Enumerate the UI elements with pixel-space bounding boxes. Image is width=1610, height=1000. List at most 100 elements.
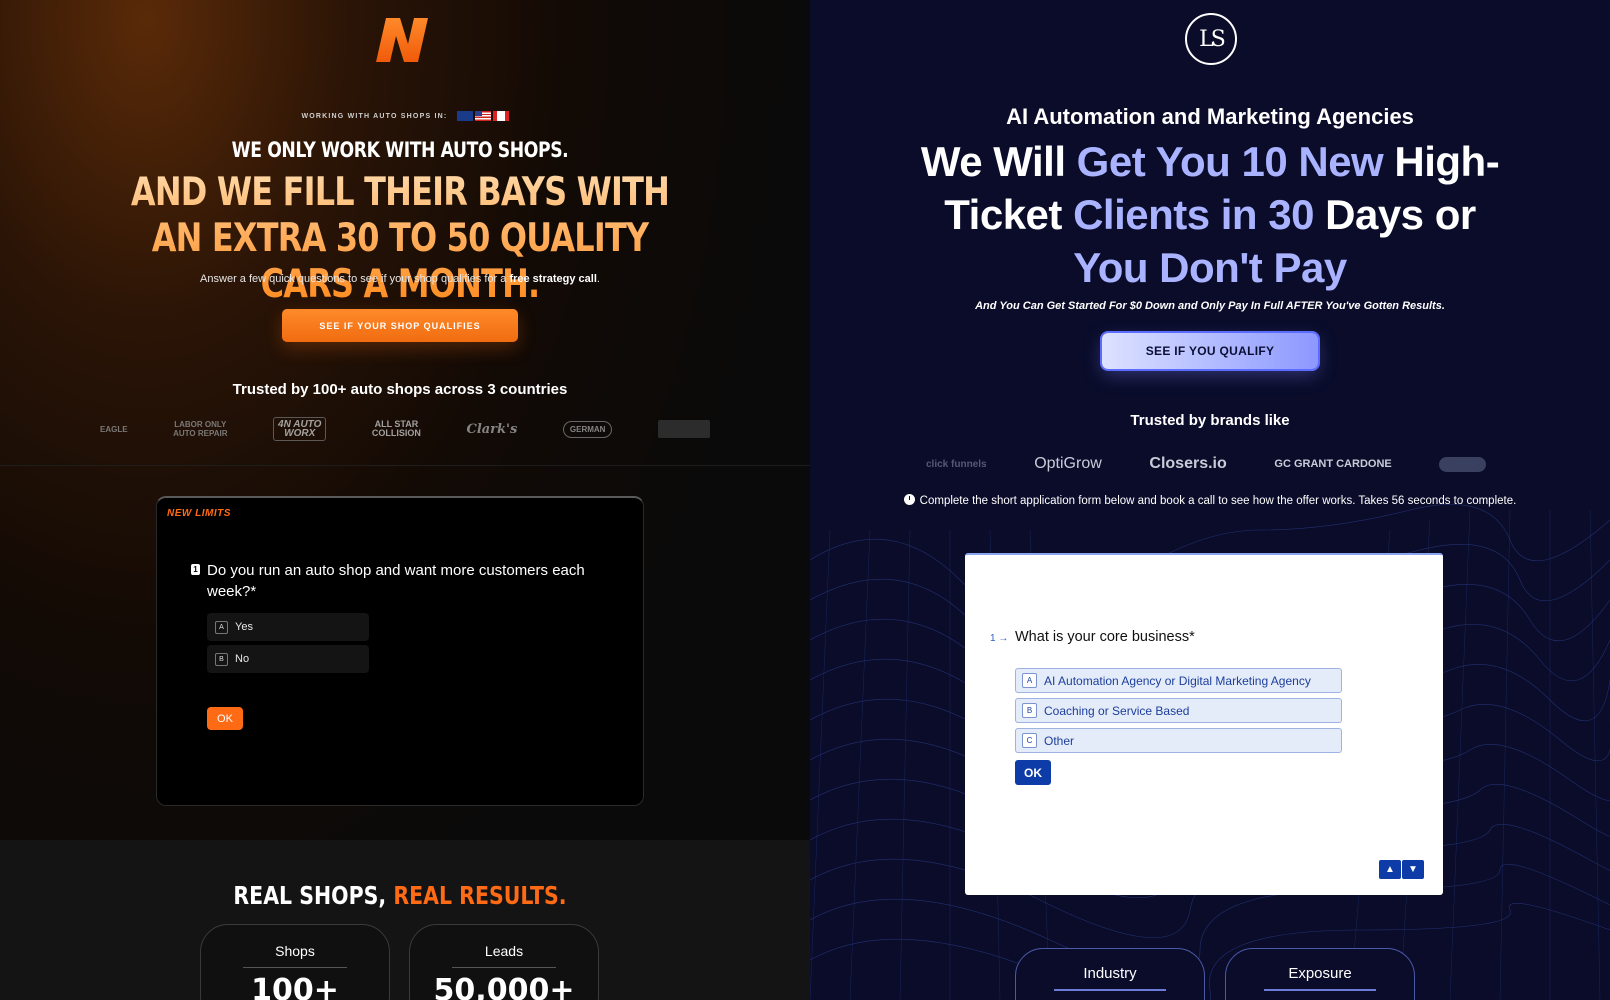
application-form-card: 1 → What is your core business* A AI Aut…	[965, 553, 1443, 895]
logo-line: COLLISION	[371, 428, 421, 438]
subtext-post: .	[596, 273, 600, 285]
option-ai-automation-agency[interactable]: A AI Automation Agency or Digital Market…	[1015, 668, 1342, 693]
option-label: Coaching or Service Based	[1044, 703, 1190, 718]
brand-logo: GC GRANT CARDONE	[1274, 458, 1392, 470]
working-with-label: WORKING WITH AUTO SHOPS IN:	[0, 111, 810, 121]
headline-part: Days or	[1313, 191, 1476, 238]
option-label: No	[235, 653, 250, 665]
headline-big: AND WE FILL THEIR BAYS WITH AN EXTRA 30 …	[105, 170, 695, 308]
see-if-shop-qualifies-button[interactable]: SEE IF YOUR SHOP QUALIFIES	[282, 309, 518, 342]
see-if-you-qualify-button[interactable]: SEE IF YOU QUALIFY	[1102, 333, 1318, 369]
section-divider	[0, 465, 810, 466]
chevron-down-icon[interactable]: ▼	[1402, 860, 1424, 879]
client-logo: LABOR ONLY AUTO REPAIR	[173, 420, 227, 438]
question-number-text: 1	[990, 633, 996, 644]
logo-line: Clark's	[466, 421, 518, 437]
us-flag-icon	[474, 111, 491, 121]
ok-button[interactable]: OK	[1015, 760, 1051, 785]
trusted-by-brands-heading: Trusted by brands like	[1130, 412, 1290, 429]
qualify-subtext: Answer a few quick questions to see if y…	[0, 273, 800, 285]
right-landing-page: LS AI Automation and Marketing Agencies …	[810, 0, 1610, 1000]
logo-line: GERMAN	[569, 424, 606, 434]
brand-logo: OptiGrow	[1034, 455, 1102, 472]
stat-label: Industry	[1083, 965, 1137, 982]
chevron-up-icon[interactable]: ▲	[1379, 860, 1401, 879]
brand-logo: click funnels	[926, 458, 987, 470]
logo-line: LABOR ONLY	[174, 420, 227, 429]
arrow-right-icon: →	[998, 633, 1009, 644]
client-logos: EAGLE LABOR ONLY AUTO REPAIR 4N AUTO WORX …	[100, 414, 710, 444]
qualify-quiz-card: NEW LIMITS 1 Do you run an auto shop and…	[156, 496, 644, 806]
results-section-bg	[0, 840, 810, 1000]
stat-label: Exposure	[1288, 965, 1352, 982]
subtext-pre: Answer a few quick questions to see if y…	[200, 273, 510, 285]
question-text: Do you run an auto shop and want more cu…	[207, 562, 585, 600]
results-title: REAL SHOPS, REAL RESULTS.	[72, 881, 728, 910]
working-with-text: WORKING WITH AUTO SHOPS IN:	[301, 112, 448, 120]
application-note: Complete the short application form belo…	[900, 494, 1520, 508]
clock-icon	[903, 494, 915, 505]
question-number-badge: 1	[191, 564, 200, 575]
ok-button[interactable]: OK	[207, 707, 243, 730]
option-no[interactable]: B No	[207, 645, 369, 673]
stat-card-exposure: Exposure	[1225, 948, 1415, 1000]
client-logo: GERMAN	[562, 420, 613, 438]
n-logo-icon[interactable]	[366, 14, 434, 66]
results-title-accent: REAL RESULTS.	[393, 881, 567, 910]
option-label: AI Automation Agency or Digital Marketin…	[1044, 673, 1311, 688]
stat-value: 100+	[251, 973, 339, 1000]
option-label: Other	[1044, 733, 1075, 748]
option-other[interactable]: C Other	[1015, 728, 1342, 753]
client-logo: ALL STAR COLLISION	[372, 420, 421, 438]
option-key: C	[1022, 733, 1037, 748]
question-number: 1 →	[990, 633, 1008, 644]
trusted-by-heading: Trusted by 100+ auto shops across 3 coun…	[232, 381, 568, 398]
stat-divider	[1054, 989, 1166, 991]
stat-card-shops: Shops 100+	[200, 924, 390, 1000]
logo-line: WORX	[284, 428, 316, 439]
ls-logo-icon[interactable]: LS	[1185, 13, 1237, 65]
client-logo	[658, 420, 710, 438]
client-logo: EAGLE	[100, 425, 128, 434]
stat-divider	[243, 967, 347, 968]
brand-logos: click funnels OptiGrow Closers.io GC GRA…	[926, 449, 1486, 479]
headline-part-highlight: Clients in 30	[1073, 191, 1314, 238]
form-navigation: ▲ ▼	[1379, 860, 1424, 879]
subtext-bold: free strategy call	[509, 273, 597, 285]
ca-flag-icon	[492, 111, 509, 121]
tagline: And You Can Get Started For $0 Down and …	[975, 300, 1445, 312]
stat-card-industry: Industry	[1015, 948, 1205, 1000]
stat-divider	[452, 967, 556, 968]
headline-part: We Will	[920, 138, 1077, 185]
left-landing-page: WORKING WITH AUTO SHOPS IN: WE ONLY WORK…	[0, 0, 810, 1000]
stat-divider	[1264, 989, 1376, 991]
country-flags	[455, 111, 509, 121]
agency-subtitle: AI Automation and Marketing Agencies	[1006, 104, 1414, 129]
headline-small: WE ONLY WORK WITH AUTO SHOPS.	[231, 138, 569, 162]
headline: We Will Get You 10 New High-Ticket Clien…	[920, 135, 1500, 294]
option-label: Yes	[235, 621, 253, 633]
headline-part-highlight: Get You 10 New	[1076, 138, 1384, 185]
brand-logo: salesforce	[1439, 456, 1486, 472]
option-yes[interactable]: A Yes	[207, 613, 369, 641]
stat-label: Leads	[484, 943, 524, 959]
application-note-text: Complete the short application form belo…	[919, 495, 1517, 507]
client-logo: 4N AUTO WORX	[273, 417, 327, 441]
question-text: What is your core business*	[1015, 629, 1195, 645]
option-key: A	[1022, 673, 1037, 688]
au-flag-icon	[456, 111, 473, 121]
results-title-white: REAL SHOPS,	[233, 881, 394, 910]
stat-value: 50,000+	[433, 973, 575, 1000]
option-key: B	[215, 652, 228, 666]
option-key: A	[215, 620, 228, 634]
logo-line: EAGLE	[100, 424, 128, 434]
new-limits-banner: NEW LIMITS	[167, 508, 231, 519]
brand-logo: Closers.io	[1149, 455, 1227, 472]
option-coaching[interactable]: B Coaching or Service Based	[1015, 698, 1342, 723]
stat-label: Shops	[275, 943, 315, 959]
headline-part-highlight: You Don't Pay	[1073, 244, 1347, 291]
client-logo: Clark's	[466, 421, 518, 437]
option-key: B	[1022, 703, 1037, 718]
logo-line: AUTO REPAIR	[173, 429, 228, 438]
stat-card-leads: Leads 50,000+	[409, 924, 599, 1000]
